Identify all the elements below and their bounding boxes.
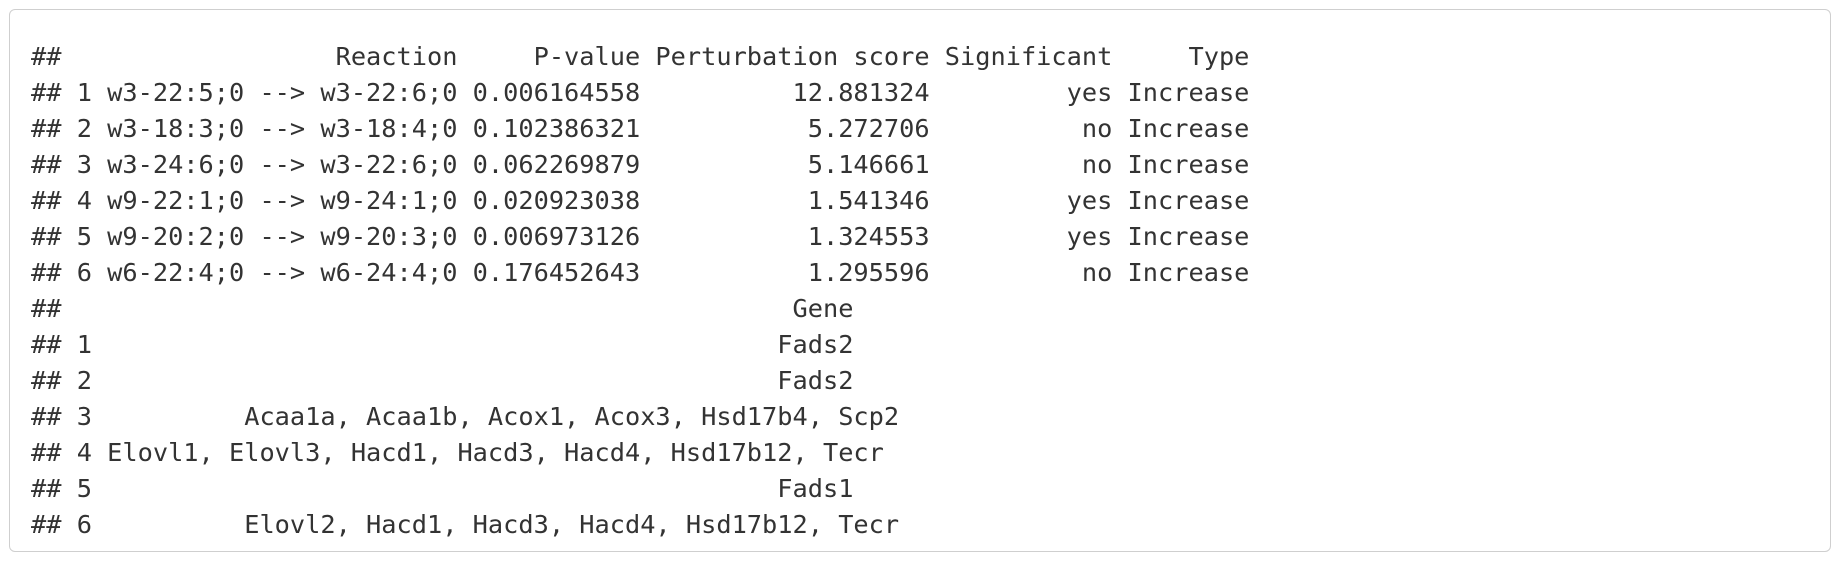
table-row: ## 1 Fads2 xyxy=(31,330,854,359)
table-row: ## 4 w9-22:1;0 --> w9-24:1;0 0.020923038… xyxy=(31,186,1250,215)
table-row: ## 6 w6-22:4;0 --> w6-24:4;0 0.176452643… xyxy=(31,258,1250,287)
table-row: ## 5 Fads1 xyxy=(31,474,854,503)
table-row: ## 2 Fads2 xyxy=(31,366,854,395)
table-row: ## 5 w9-20:2;0 --> w9-20:3;0 0.006973126… xyxy=(31,222,1250,251)
table-row: ## 2 w3-18:3;0 --> w3-18:4;0 0.102386321… xyxy=(31,114,1250,143)
table-row: ## 4 Elovl1, Elovl3, Hacd1, Hacd3, Hacd4… xyxy=(31,438,884,467)
table-row: ## 3 w3-24:6;0 --> w3-22:6;0 0.062269879… xyxy=(31,150,1250,179)
table-row: ## 6 Elovl2, Hacd1, Hacd3, Hacd4, Hsd17b… xyxy=(31,510,900,539)
table-row: ## 3 Acaa1a, Acaa1b, Acox1, Acox3, Hsd17… xyxy=(31,402,900,431)
console-output-text: ## Reaction P-value Perturbation score S… xyxy=(31,39,1249,543)
header-row-reaction: ## Reaction P-value Perturbation score S… xyxy=(31,42,1250,71)
header-row-gene: ## Gene xyxy=(31,294,854,323)
console-output-block: ## Reaction P-value Perturbation score S… xyxy=(9,9,1831,552)
table-row: ## 1 w3-22:5;0 --> w3-22:6;0 0.006164558… xyxy=(31,78,1250,107)
